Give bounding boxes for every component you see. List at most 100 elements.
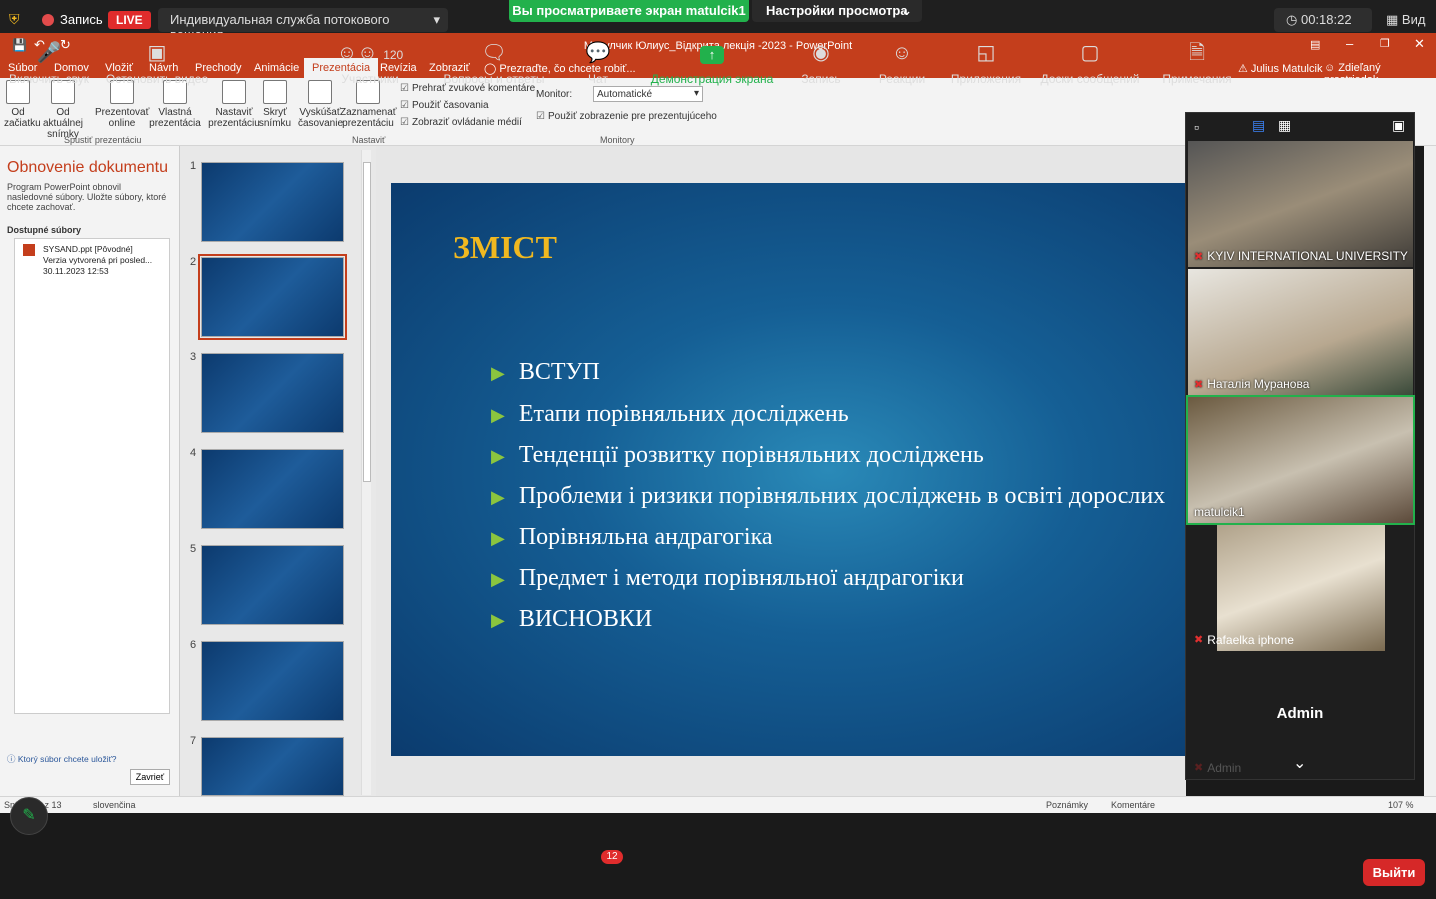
reactions-button[interactable]: ☺ Реакции (876, 0, 928, 86)
chevron-down-icon[interactable]: ⌄ (1293, 753, 1306, 773)
bullet-item: ▶ Етапи порівняльних досліджень (491, 401, 849, 427)
share-screen-icon: ↑ (648, 38, 776, 68)
participants-icon: ☺☺ 120 (336, 42, 404, 64)
smiley-icon: ☺ (891, 42, 913, 64)
minimize-icon[interactable]: – (1346, 36, 1353, 51)
participants-video-panel: ▫ ▤ ▦ ▣ ✖ KYIV INTERNATIONAL UNIVERSITY ✖… (1185, 112, 1415, 780)
minimize-panel-icon[interactable]: ▫ (1194, 119, 1199, 135)
editor-scrollbar[interactable] (1424, 146, 1436, 796)
participant-label-dim: ✖ Admin (1194, 761, 1242, 775)
participant-name: Rafaelka iphone (1207, 633, 1294, 647)
meeting-timer[interactable]: ◷ 00:18:22 ▾ (1274, 8, 1372, 43)
record-button[interactable]: ◉ Запись (797, 0, 845, 86)
close-icon[interactable]: ✕ (1414, 36, 1425, 52)
show-media-controls-checkbox[interactable]: Zobraziť ovládanie médií (400, 117, 522, 128)
current-slide[interactable]: ЗМІСТ ▶ ВСТУП ▶ Етапи порівняльних дослідж… (391, 183, 1186, 756)
present-online-button[interactable]: Prezentovať online (95, 80, 149, 129)
annotate-pen-icon[interactable]: ✎ (10, 797, 48, 835)
arrow-bullet-icon: ▶ (491, 569, 505, 589)
slide-thumbnail-6[interactable] (201, 641, 344, 721)
thumb-number: 7 (190, 735, 197, 747)
muted-mic-icon: ✖ (1194, 634, 1204, 646)
chat-icon: 💬 (585, 42, 611, 64)
group-setup: Nastaviť (352, 135, 386, 145)
which-file-link[interactable]: ⓘ Ktorý súbor chcete uložiť? (7, 753, 117, 765)
recovery-description: Program PowerPoint obnovil nasledovné sú… (7, 182, 167, 212)
thumb-number: 1 (190, 160, 197, 172)
slide-thumbnail-4[interactable] (201, 449, 344, 529)
thumb-number: 3 (190, 351, 197, 363)
stop-video-button[interactable]: ▣ Остановить видео (104, 0, 210, 86)
hide-slide-button[interactable]: Skryť snímku (258, 80, 292, 129)
tab-animations[interactable]: Animácie (254, 62, 299, 74)
bullet-item: ▶ ВСТУП (491, 359, 600, 385)
close-button[interactable]: Zavrieť (130, 769, 170, 785)
from-beginning-button[interactable]: Od začiatku (4, 80, 41, 129)
gallery-view-icon[interactable]: ▦ (1278, 117, 1291, 134)
chat-button[interactable]: 💬 Чат (578, 0, 618, 86)
group-start-slideshow: Spustiť prezentáciu (64, 135, 142, 145)
bullet-item: ▶ Тенденції розвитку порівняльних дослідж… (491, 442, 984, 468)
zoom-level[interactable]: 107 % (1388, 800, 1414, 810)
leave-button[interactable]: Выйти (1363, 859, 1425, 886)
caret-down-icon: ▾ (693, 88, 699, 99)
notes-button[interactable]: 🗎 Примечания (1158, 0, 1236, 86)
participant-admin[interactable]: Admin (1186, 705, 1414, 722)
apps-button[interactable]: ◱ Приложения (948, 0, 1024, 86)
speaker-view-icon[interactable]: ▤ (1252, 117, 1265, 134)
muted-mic-icon: ✖ (1194, 250, 1204, 263)
warning-icon: ⚠ (1238, 63, 1251, 75)
popout-icon[interactable]: ▣ (1392, 117, 1405, 134)
comments-button[interactable]: Komentáre (1111, 800, 1155, 810)
participant-name: matulcik1 (1194, 505, 1245, 519)
muted-mic-icon: ✖ (1194, 378, 1204, 391)
timer-icon (308, 80, 332, 104)
record-show-button[interactable]: Zaznamenať prezentáciu (340, 80, 397, 129)
arrow-bullet-icon: ▶ (491, 405, 505, 425)
slide-thumbnail-7[interactable] (201, 737, 344, 796)
share-screen-button[interactable]: ↑ Демонстрация экрана (648, 0, 776, 86)
slide-thumbnail-2[interactable] (198, 254, 347, 340)
whiteboards-button[interactable]: ▢ Доски сообщений (1036, 0, 1144, 86)
view-button[interactable]: ▦ Вид (1386, 12, 1425, 28)
setup-show-button[interactable]: Nastaviť prezentáciu (208, 80, 260, 129)
hide-slide-icon (263, 80, 287, 104)
monitor-label: Monitor: (536, 89, 573, 100)
participant-tile[interactable]: matulcik1 (1186, 395, 1415, 525)
user-name[interactable]: ⚠ Julius Matulcik (1238, 62, 1322, 75)
unmute-button[interactable]: 🎤 Включить звук (4, 0, 94, 86)
available-files-label: Dostupné súbory (7, 225, 82, 235)
slide-thumbnail-1[interactable] (201, 162, 344, 242)
document-recovery-pane: Obnovenie dokumentu Program PowerPoint o… (0, 146, 180, 796)
arrow-bullet-icon: ▶ (491, 363, 505, 383)
recovered-files-list: SYSAND.ppt [Pôvodné] Verzia vytvorená pr… (14, 238, 170, 714)
maximize-icon[interactable]: ❐ (1380, 37, 1390, 50)
thumbnails-scrollbar[interactable] (361, 150, 371, 795)
setup-icon (222, 80, 246, 104)
participants-button[interactable]: ☺☺ 120 Участники (335, 0, 405, 86)
apps-icon: ◱ (976, 42, 996, 64)
ribbon-display-icon[interactable]: ▤ (1310, 38, 1320, 51)
monitor-select[interactable]: Automatické ▾ (593, 86, 703, 102)
qa-button[interactable]: 🗨 Вопросы и ответы (440, 0, 548, 86)
language[interactable]: slovenčina (93, 800, 136, 810)
scrollbar-thumb[interactable] (363, 162, 371, 482)
presenter-view-checkbox[interactable]: Použiť zobrazenie pre prezentujúceho (536, 111, 717, 122)
notes-button[interactable]: Poznámky (1046, 800, 1088, 810)
use-timings-checkbox[interactable]: Použiť časovania (400, 100, 489, 111)
record-icon: ◉ (812, 42, 830, 64)
zoom-control-bar (0, 813, 1436, 899)
recovered-file-item[interactable]: SYSAND.ppt [Pôvodné] Verzia vytvorená pr… (43, 244, 152, 277)
participant-tile[interactable]: ✖ KYIV INTERNATIONAL UNIVERSITY (1188, 141, 1413, 267)
group-monitors: Monitory (600, 135, 635, 145)
thumb-number: 6 (190, 639, 197, 651)
custom-show-button[interactable]: Vlastná prezentácia (148, 80, 202, 129)
participant-tile[interactable]: ✖ Наталія Муранова (1188, 269, 1413, 395)
rehearse-timings-button[interactable]: Vyskúšať časovanie (298, 80, 343, 129)
slide-thumbnail-5[interactable] (201, 545, 344, 625)
from-current-button[interactable]: Od aktuálnej snímky (36, 80, 90, 140)
arrow-bullet-icon: ▶ (491, 528, 505, 548)
bullet-item: ▶ Проблеми і ризики порівняльних дослідже… (491, 483, 1166, 509)
slide-thumbnail-3[interactable] (201, 353, 344, 433)
thumb-number: 4 (190, 447, 197, 459)
